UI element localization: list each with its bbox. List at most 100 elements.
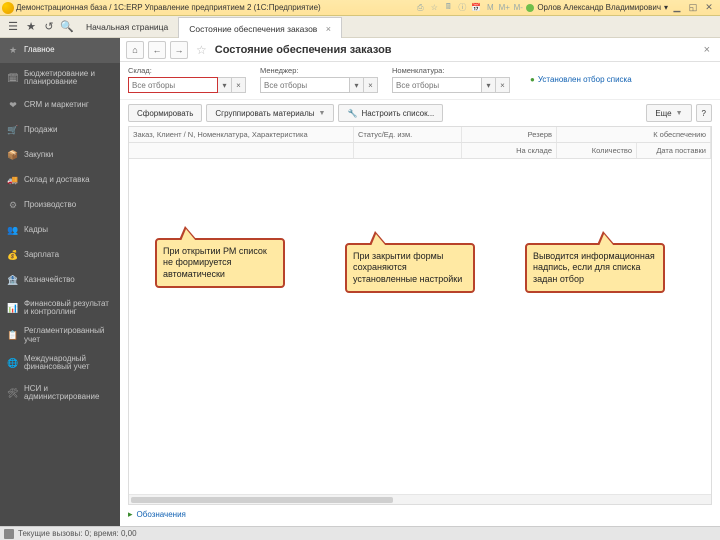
plan-icon: 🗓 — [8, 73, 18, 83]
star-icon[interactable]: ★ — [22, 18, 40, 36]
history-icon[interactable]: ↺ — [40, 18, 58, 36]
action-bar: Сформировать Сгруппировать материалы▼ 🔧Н… — [120, 100, 720, 126]
legend-toggle[interactable]: ▸ Обозначения — [120, 505, 720, 526]
sidebar-item-wh[interactable]: 🚚Склад и доставка — [0, 168, 120, 193]
grid-body[interactable] — [129, 159, 711, 494]
app-shell: ★Главное 🗓Бюджетирование и планирование … — [0, 38, 720, 526]
tab-start[interactable]: Начальная страница — [76, 16, 178, 38]
col-empty1 — [129, 143, 354, 158]
window-restore[interactable]: ◱ — [686, 2, 700, 14]
filter-item-clear[interactable]: × — [496, 77, 510, 93]
sidebar-item-hr[interactable]: 👥Кадры — [0, 218, 120, 243]
sidebar-item-salary[interactable]: 💰Зарплата — [0, 243, 120, 268]
filter-manager: Менеджер: ▾ × — [260, 66, 378, 93]
col-order[interactable]: Заказ, Клиент / N, Номенклатура, Характе… — [129, 127, 354, 142]
window-title: Демонстрационная база / 1С:ERP Управлени… — [16, 3, 321, 12]
tb-icon-search[interactable]: ☆ — [428, 2, 440, 14]
menu-icon[interactable]: ☰ — [4, 18, 22, 36]
grid-header-row-1: Заказ, Клиент / N, Номенклатура, Характе… — [129, 127, 711, 143]
page-toolbar: ⌂ ← → ☆ Состояние обеспечения заказов × — [120, 38, 720, 62]
col-reserve[interactable]: Резерв — [462, 127, 557, 142]
filter-warehouse-input[interactable] — [128, 77, 218, 93]
people-icon: 👥 — [8, 226, 18, 236]
sidebar-item-purch[interactable]: 📦Закупки — [0, 143, 120, 168]
tb-icon-m-plus[interactable]: M+ — [498, 2, 510, 14]
chevron-down-icon: ▼ — [676, 110, 683, 117]
filter-manager-input[interactable] — [260, 77, 350, 93]
filter-item-pick[interactable]: ▾ — [482, 77, 496, 93]
tb-icon-calc[interactable]: 🖩 — [442, 2, 454, 14]
sidebar-item-fin[interactable]: 📊Финансовый результат и контроллинг — [0, 293, 120, 323]
col-date[interactable]: Дата поставки — [637, 143, 711, 158]
window-minimize[interactable]: ▁ — [670, 2, 684, 14]
help-button[interactable]: ? — [696, 104, 712, 122]
tb-icon-print[interactable]: ⎙ — [414, 2, 426, 14]
sidebar-item-reg[interactable]: 📋Регламентированный учет — [0, 323, 120, 348]
filter-bar: Склад: ▾ × Менеджер: ▾ × Номенклатура: — [120, 62, 720, 100]
callout-3: Выводится информационная надпись, если д… — [525, 243, 665, 293]
wrench-icon: 🔧 — [347, 109, 357, 118]
sidebar-item-budget[interactable]: 🗓Бюджетирование и планирование — [0, 63, 120, 93]
filter-manager-pick[interactable]: ▾ — [350, 77, 364, 93]
grid-hscroll[interactable] — [129, 494, 711, 504]
tb-icon-help[interactable]: ⓘ — [456, 2, 468, 14]
main-panel: ⌂ ← → ☆ Состояние обеспечения заказов × … — [120, 38, 720, 526]
sidebar-item-nsi[interactable]: 🛠НСИ и администрирование — [0, 378, 120, 408]
sidebar: ★Главное 🗓Бюджетирование и планирование … — [0, 38, 120, 526]
tune-button[interactable]: 🔧Настроить список... — [338, 104, 443, 122]
user-status-dot — [526, 4, 534, 12]
window-close[interactable]: ✕ — [702, 2, 716, 14]
more-button[interactable]: Еще▼ — [646, 104, 691, 122]
clipboard-icon: 📋 — [8, 331, 18, 341]
status-icon — [4, 529, 14, 539]
tab-active[interactable]: Состояние обеспечения заказов × — [178, 17, 342, 39]
filter-item-label: Номенклатура: — [392, 66, 510, 75]
truck-icon: 🚚 — [8, 176, 18, 186]
nav-next[interactable]: → — [170, 41, 188, 59]
chevron-down-icon: ▼ — [319, 110, 326, 117]
star-icon: ★ — [8, 46, 18, 56]
cart-icon: 🛒 — [8, 126, 18, 136]
chevron-right-icon: ▸ — [128, 509, 133, 520]
col-onstock[interactable]: На складе — [462, 143, 557, 158]
callout-2: При закрытии формы сохраняются установле… — [345, 243, 475, 293]
col-qty[interactable]: Количество — [557, 143, 637, 158]
col-supply[interactable]: К обеспечению — [557, 127, 711, 142]
callout-1: При открытии РМ список не формируется ав… — [155, 238, 285, 288]
close-page-icon[interactable]: × — [704, 44, 714, 56]
form-button[interactable]: Сформировать — [128, 104, 202, 122]
tb-icon-calendar[interactable]: 📅 — [470, 2, 482, 14]
user-chip[interactable]: Орлов Александр Владимирович ▾ — [526, 3, 668, 12]
gear-icon: ⚙ — [8, 201, 18, 211]
sidebar-item-treasury[interactable]: 🏦Казначейство — [0, 268, 120, 293]
sidebar-item-main[interactable]: ★Главное — [0, 38, 120, 63]
search-icon[interactable]: 🔍 — [58, 18, 76, 36]
group-button[interactable]: Сгруппировать материалы▼ — [206, 104, 334, 122]
col-status[interactable]: Статус/Ед. изм. — [354, 127, 462, 142]
status-text: Текущие вызовы: 0; время: 0,00 — [18, 529, 137, 538]
bank-icon: 🏦 — [8, 276, 18, 286]
tb-icon-m[interactable]: M — [484, 2, 496, 14]
legend-label: Обозначения — [137, 510, 186, 519]
sidebar-item-prod[interactable]: ⚙Производство — [0, 193, 120, 218]
tab-close-icon[interactable]: × — [326, 24, 331, 34]
fav-toggle-icon[interactable]: ☆ — [196, 43, 207, 57]
filter-applied-link[interactable]: ●Установлен отбор списка — [530, 75, 632, 84]
back-button[interactable]: ⌂ — [126, 41, 144, 59]
page-title: Состояние обеспечения заказов — [215, 44, 392, 56]
filter-manager-clear[interactable]: × — [364, 77, 378, 93]
filter-item-input[interactable] — [392, 77, 482, 93]
scroll-thumb[interactable] — [131, 497, 393, 503]
grid-header-row-2: На складе Количество Дата поставки — [129, 143, 711, 159]
filter-manager-label: Менеджер: — [260, 66, 378, 75]
sidebar-item-ifrs[interactable]: 🌐Международный финансовый учет — [0, 348, 120, 378]
sidebar-item-crm[interactable]: ❤CRM и маркетинг — [0, 93, 120, 118]
filter-warehouse-pick[interactable]: ▾ — [218, 77, 232, 93]
filter-warehouse-clear[interactable]: × — [232, 77, 246, 93]
nav-prev[interactable]: ← — [148, 41, 166, 59]
chart-icon: 📊 — [8, 303, 18, 313]
tb-icon-m-minus[interactable]: M- — [512, 2, 524, 14]
bullet-icon: ● — [530, 75, 535, 84]
sidebar-item-sales[interactable]: 🛒Продажи — [0, 118, 120, 143]
filter-warehouse-label: Склад: — [128, 66, 246, 75]
